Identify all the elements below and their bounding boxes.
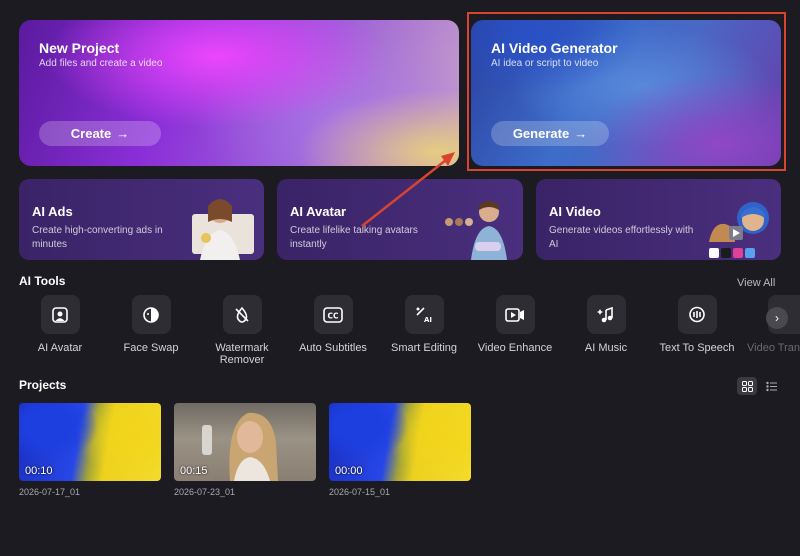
list-view-button[interactable] — [761, 377, 781, 395]
tool-text-to-speech[interactable]: Text To Speech — [656, 295, 738, 354]
speech-icon — [677, 295, 717, 334]
tool-label: AI Music — [584, 342, 628, 354]
tool-label: Text To Speech — [659, 342, 735, 354]
project-item[interactable]: 00:00 2026-07-15_01 — [329, 403, 471, 497]
list-view-icon — [765, 381, 777, 391]
project-item[interactable]: 00:10 2026-07-17_01 — [19, 403, 161, 497]
ai-ads-description: Create high-converting ads in minutes — [32, 225, 163, 250]
tool-ai-avatar[interactable]: AI Avatar — [19, 295, 101, 354]
grid-view-icon — [741, 380, 753, 392]
tool-face-swap[interactable]: Face Swap — [110, 295, 192, 354]
tools-next-button[interactable]: › — [766, 307, 788, 329]
create-button[interactable]: Create → — [39, 121, 161, 146]
new-project-title: New Project — [39, 40, 120, 56]
generate-button-label: Generate — [512, 126, 570, 141]
projects-title: Projects — [19, 378, 67, 392]
ai-avatar-title: AI Avatar — [290, 204, 347, 219]
ai-video-illustration — [709, 202, 769, 258]
ai-ads-illustration — [192, 199, 254, 260]
tool-label: Smart Editing — [390, 342, 458, 354]
ai-video-description: Generate videos effortlessly with AI — [549, 225, 694, 250]
arrow-right-icon: → — [116, 126, 130, 141]
ai-video-title: AI Video — [549, 204, 601, 219]
project-item[interactable]: 00:15 2026-07-23_01 — [174, 403, 316, 497]
music-icon — [586, 295, 626, 334]
tool-ai-music[interactable]: AI Music — [565, 295, 647, 354]
avatar-icon — [40, 295, 80, 334]
project-duration: 00:00 — [335, 465, 363, 477]
ai-video-generator-card[interactable]: AI Video Generator AI idea or script to … — [471, 20, 781, 166]
tool-watermark-remover[interactable]: Watermark Remover — [201, 295, 283, 366]
new-project-card[interactable]: New Project Add files and create a video… — [19, 20, 459, 166]
ai-ads-card[interactable]: AI Ads Create high-converting ads in min… — [19, 179, 264, 260]
tool-auto-subtitles[interactable]: CC Auto Subtitles — [292, 295, 374, 354]
project-duration: 00:10 — [25, 465, 53, 477]
generate-button[interactable]: Generate → — [491, 121, 609, 146]
svg-text:AI: AI — [424, 316, 432, 324]
tool-smart-editing[interactable]: AI Smart Editing — [383, 295, 465, 354]
project-thumbnail: 00:15 — [174, 403, 316, 481]
ai-video-generator-title: AI Video Generator — [491, 40, 618, 56]
watermark-remover-icon — [222, 295, 262, 334]
cc-icon: CC — [313, 295, 353, 334]
project-date: 2026-07-17_01 — [19, 487, 81, 497]
project-date: 2026-07-23_01 — [174, 487, 236, 497]
ai-avatar-description: Create lifelike talking avatars instantl… — [290, 225, 418, 250]
ai-avatar-card[interactable]: AI Avatar Create lifelike talking avatar… — [277, 179, 523, 260]
chevron-right-icon: › — [775, 311, 779, 325]
tool-label: Face Swap — [123, 342, 179, 354]
tool-label: AI Avatar — [37, 342, 83, 354]
create-button-label: Create — [70, 126, 112, 141]
tool-label: Auto Subtitles — [299, 342, 367, 354]
tool-label: Watermark Remover — [215, 342, 269, 366]
grid-view-button[interactable] — [737, 377, 757, 395]
project-thumbnail: 00:10 — [19, 403, 161, 481]
tool-label: Video Trans — [747, 342, 800, 354]
project-duration: 00:15 — [180, 465, 208, 477]
video-enhance-icon — [495, 295, 535, 334]
tool-label: Video Enhance — [477, 342, 553, 354]
new-project-subtitle: Add files and create a video — [39, 58, 163, 69]
project-thumbnail: 00:00 — [329, 403, 471, 481]
ai-ads-title: AI Ads — [32, 204, 73, 219]
ai-video-card[interactable]: AI Video Generate videos effortlessly wi… — [536, 179, 781, 260]
ai-avatar-illustration — [445, 201, 507, 260]
svg-text:CC: CC — [327, 311, 339, 320]
ai-video-generator-subtitle: AI idea or script to video — [491, 58, 599, 69]
ai-tools-title: AI Tools — [19, 274, 66, 288]
arrow-right-icon: → — [574, 126, 588, 141]
view-all-link[interactable]: View All — [737, 277, 775, 289]
project-date: 2026-07-15_01 — [329, 487, 391, 497]
face-swap-icon — [131, 295, 171, 334]
tool-video-enhance[interactable]: Video Enhance — [474, 295, 556, 354]
ai-edit-icon: AI — [404, 295, 444, 334]
